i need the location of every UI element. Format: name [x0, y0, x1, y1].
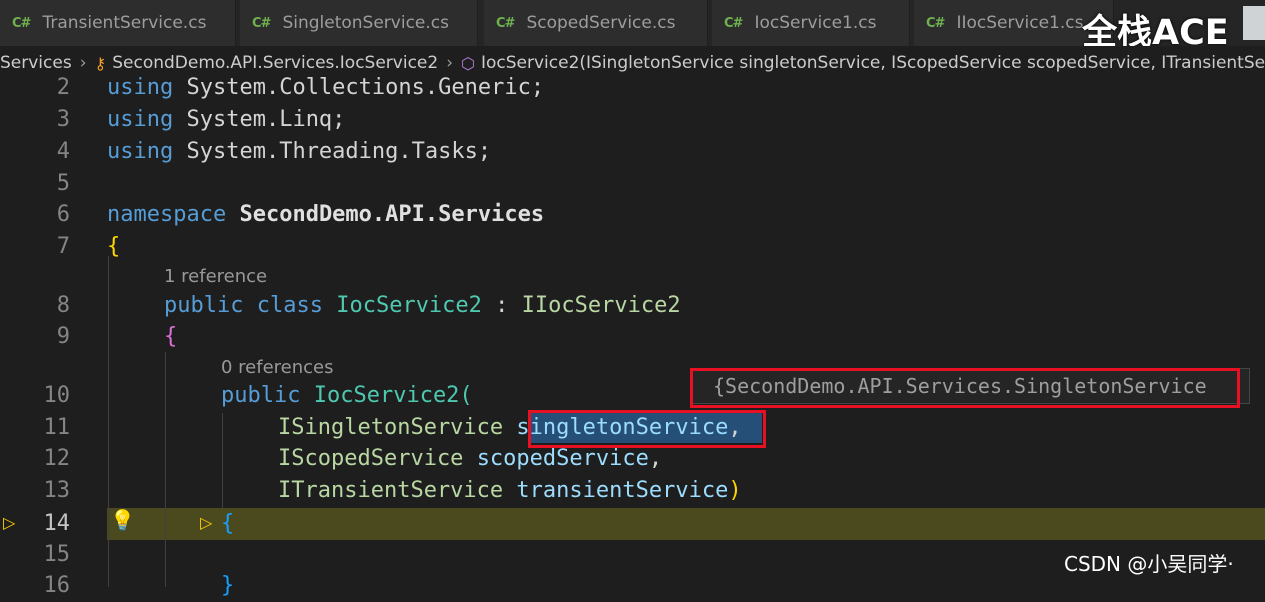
panel-toggle-icon[interactable]: [1243, 6, 1265, 40]
code-text: public class IocService2 : IIocService2: [164, 293, 681, 318]
method-cube-icon: ⬡: [461, 53, 475, 73]
close-brace: }: [221, 573, 235, 598]
breakpoint-arrow-icon[interactable]: ▷: [3, 513, 17, 532]
line-number: 12: [43, 446, 71, 471]
code-line: 6 namespace SecondDemo.API.Services: [0, 199, 1265, 231]
keyword: using: [107, 139, 174, 164]
keyword: class: [256, 293, 323, 318]
param-name[interactable]: transientService: [516, 478, 728, 503]
tab-label: SingletonService.cs: [282, 13, 449, 33]
keyword: public: [164, 293, 244, 318]
codelens-references[interactable]: 0 references: [221, 357, 334, 378]
breadcrumb-member[interactable]: IocService2(ISingletonService singletonS…: [481, 53, 1265, 73]
constructor-name: IocService2(: [313, 383, 473, 408]
line-number: 13: [43, 478, 71, 503]
tab-singletonservice[interactable]: C# SingletonService.cs: [240, 0, 478, 46]
code-text: namespace SecondDemo.API.Services: [107, 202, 544, 227]
code-line: 5: [0, 168, 1265, 200]
annotation-box-tooltip: [690, 368, 1240, 408]
line-number: 8: [56, 293, 70, 318]
param-type: ISingletonService: [278, 415, 504, 440]
chevron-right-icon: ›: [446, 53, 454, 73]
code-text: using System.Threading.Tasks;: [107, 139, 491, 164]
open-brace: {: [221, 511, 235, 536]
code-line-active: 14 {: [0, 508, 1265, 540]
class-icon: ⚷: [94, 53, 107, 73]
namespace-ref: System.Threading.Tasks;: [186, 139, 492, 164]
code-line: 4 using System.Threading.Tasks;: [0, 136, 1265, 168]
code-line: 13 ITransientService transientService): [0, 475, 1265, 507]
param-type: ITransientService: [278, 478, 504, 503]
codelens-references[interactable]: 1 reference: [164, 266, 267, 287]
code-editor[interactable]: 2 using System.Collections.Generic; 3 us…: [0, 75, 1265, 598]
csharp-file-icon: C#: [12, 15, 31, 31]
code-line: 7 {: [0, 231, 1265, 263]
csharp-file-icon: C#: [724, 15, 743, 31]
code-text: public IocService2(: [221, 383, 473, 408]
execution-arrow-icon: ▷: [200, 513, 213, 532]
code-text: using System.Linq;: [107, 107, 345, 132]
line-number: 4: [56, 139, 70, 164]
line-number: 16: [43, 573, 71, 598]
csharp-file-icon: C#: [926, 15, 945, 31]
keyword: using: [107, 107, 174, 132]
breadcrumb-folder[interactable]: Services: [0, 53, 72, 73]
namespace-ref: System.Linq;: [186, 107, 346, 132]
tab-transientservice[interactable]: C# TransientService.cs: [0, 0, 236, 46]
tab-iocservice1[interactable]: C# IocService1.cs: [712, 0, 910, 46]
code-text: using System.Collections.Generic;: [107, 75, 544, 100]
open-brace: {: [107, 234, 121, 259]
code-text: ITransientService transientService): [278, 478, 742, 503]
keyword: using: [107, 75, 174, 100]
breadcrumb-class[interactable]: SecondDemo.API.Services.IocService2: [112, 53, 438, 73]
keyword: namespace: [107, 202, 227, 227]
param-name[interactable]: scopedService: [477, 446, 649, 471]
namespace-name: SecondDemo.API.Services: [239, 202, 545, 227]
line-number: 2: [56, 75, 70, 100]
tab-bar: C# TransientService.cs C# SingletonServi…: [0, 0, 1265, 53]
code-line: 9 {: [0, 321, 1265, 353]
tab-scopedservice[interactable]: C# ScopedService.cs: [484, 0, 708, 46]
tab-label: TransientService.cs: [42, 13, 207, 33]
lightbulb-icon[interactable]: 💡: [110, 508, 135, 532]
colon: :: [495, 293, 509, 318]
line-number: 6: [56, 202, 70, 227]
class-name: IocService2: [336, 293, 482, 318]
line-number: 3: [56, 107, 70, 132]
tab-label: ScopedService.cs: [526, 13, 676, 33]
close-paren: ): [728, 478, 742, 503]
namespace-ref: System.Collections.Generic;: [186, 75, 545, 100]
csharp-file-icon: C#: [252, 15, 271, 31]
keyword: public: [221, 383, 301, 408]
code-text: IScopedService scopedService,: [278, 446, 662, 471]
line-number: 5: [56, 171, 70, 196]
code-line: 2 using System.Collections.Generic;: [0, 72, 1265, 104]
interface-name: IIocService2: [521, 293, 681, 318]
line-number: 15: [43, 542, 71, 567]
open-brace: {: [164, 324, 178, 349]
code-line: 3 using System.Linq;: [0, 104, 1265, 136]
chevron-right-icon: ›: [79, 53, 87, 73]
line-number: 9: [56, 324, 70, 349]
line-number: 11: [43, 415, 71, 440]
annotation-box-param: [528, 410, 766, 448]
tab-label: IIocService1.cs: [956, 13, 1084, 33]
param-type: IScopedService: [278, 446, 464, 471]
csdn-watermark: CSDN @小吴同学·: [1064, 552, 1234, 576]
code-line: 8 public class IocService2 : IIocService…: [0, 290, 1265, 322]
comma: ,: [648, 446, 663, 471]
line-number: 10: [43, 383, 71, 408]
line-number: 7: [56, 234, 70, 259]
csharp-file-icon: C#: [496, 15, 515, 31]
tab-label: IocService1.cs: [754, 13, 877, 33]
